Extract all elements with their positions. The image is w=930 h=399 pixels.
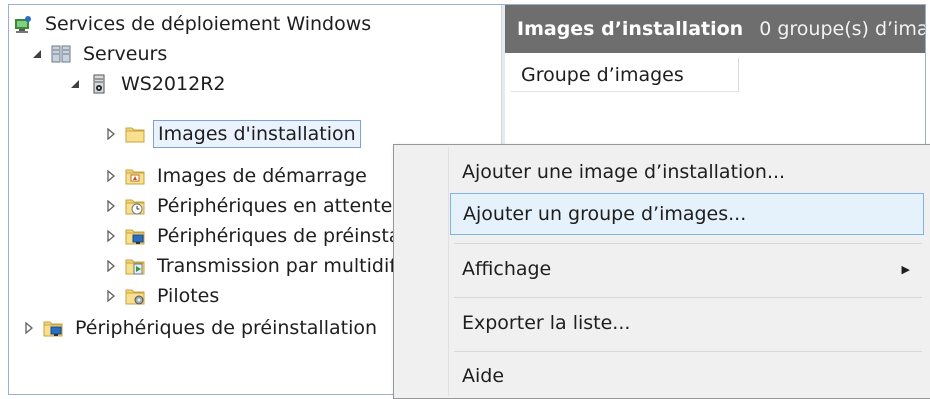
menu-item-label: Ajouter une image d’installation... (462, 161, 786, 183)
menu-item-view[interactable]: Affichage ▶ (450, 248, 924, 290)
drivers-icon (125, 289, 145, 305)
tree-label: Pilotes (157, 285, 220, 307)
tree-item-servers[interactable]: Serveurs (29, 39, 171, 69)
tree-label: Images de démarrage (157, 165, 367, 187)
expand-arrow-icon[interactable] (103, 198, 119, 214)
menu-item-export-list[interactable]: Exporter la liste... (450, 302, 924, 344)
context-menu: Ajouter une image d’installation... Ajou… (393, 144, 930, 399)
pending-devices-icon (125, 199, 145, 215)
collapse-arrow-icon[interactable] (67, 76, 83, 92)
wds-icon (15, 16, 31, 33)
details-header: Images d’installation 0 groupe(s) d’imag… (505, 5, 925, 53)
prestaged-devices-icon (125, 229, 145, 245)
tree-item-drivers[interactable]: Pilotes (103, 281, 223, 311)
details-title: Images d’installation (517, 18, 744, 40)
expand-arrow-icon[interactable] (103, 258, 119, 274)
tree-label: Périphériques en attente (157, 195, 393, 217)
menu-item-label: Aide (462, 365, 505, 387)
tree-item-boot-images[interactable]: Images de démarrage (103, 161, 371, 191)
servers-icon (51, 45, 71, 63)
tree-item-wds-root[interactable]: Services de déploiement Windows (13, 9, 375, 39)
tree-label: Serveurs (83, 43, 168, 65)
tree-item-pending-devices[interactable]: Périphériques en attente (103, 191, 396, 221)
menu-item-add-image-group[interactable]: Ajouter un groupe d’images... (450, 193, 924, 235)
submenu-arrow-icon: ▶ (901, 262, 910, 276)
tree-label: Services de déploiement Windows (45, 13, 372, 35)
menu-item-label: Affichage (462, 258, 552, 280)
boot-images-icon (125, 169, 145, 185)
expand-arrow-icon[interactable] (103, 168, 119, 184)
menu-item-help[interactable]: Aide (450, 355, 924, 397)
tree-label: Images d'installation (153, 120, 361, 148)
folder-icon (125, 127, 145, 143)
menu-icon-gutter (448, 147, 449, 396)
menu-separator (454, 351, 922, 352)
column-header-image-group[interactable]: Groupe d’images (511, 58, 739, 92)
ad-prestaged-icon (43, 321, 63, 337)
collapse-arrow-icon[interactable] (29, 46, 45, 62)
menu-item-label: Ajouter un groupe d’images... (463, 203, 747, 225)
server-icon (93, 74, 105, 94)
tree-item-server-ws2012r2[interactable]: WS2012R2 (67, 69, 230, 99)
menu-separator (454, 243, 922, 244)
expand-arrow-icon[interactable] (21, 320, 37, 336)
menu-item-add-install-image[interactable]: Ajouter une image d’installation... (450, 151, 924, 193)
tree-item-ad-prestaged-devices[interactable]: Périphériques de préinstallation (21, 313, 381, 343)
expand-arrow-icon[interactable] (103, 288, 119, 304)
tree-label: WS2012R2 (121, 73, 226, 95)
details-count: 0 groupe(s) d’images (759, 18, 925, 40)
tree-label: Périphériques de préinstallation (75, 317, 378, 339)
expand-arrow-icon[interactable] (103, 228, 119, 244)
multicast-icon (125, 259, 145, 275)
expand-arrow-icon[interactable] (103, 126, 119, 142)
menu-separator (454, 297, 922, 298)
menu-item-label: Exporter la liste... (462, 312, 631, 334)
tree-item-install-images[interactable]: Images d'installation (103, 119, 361, 149)
